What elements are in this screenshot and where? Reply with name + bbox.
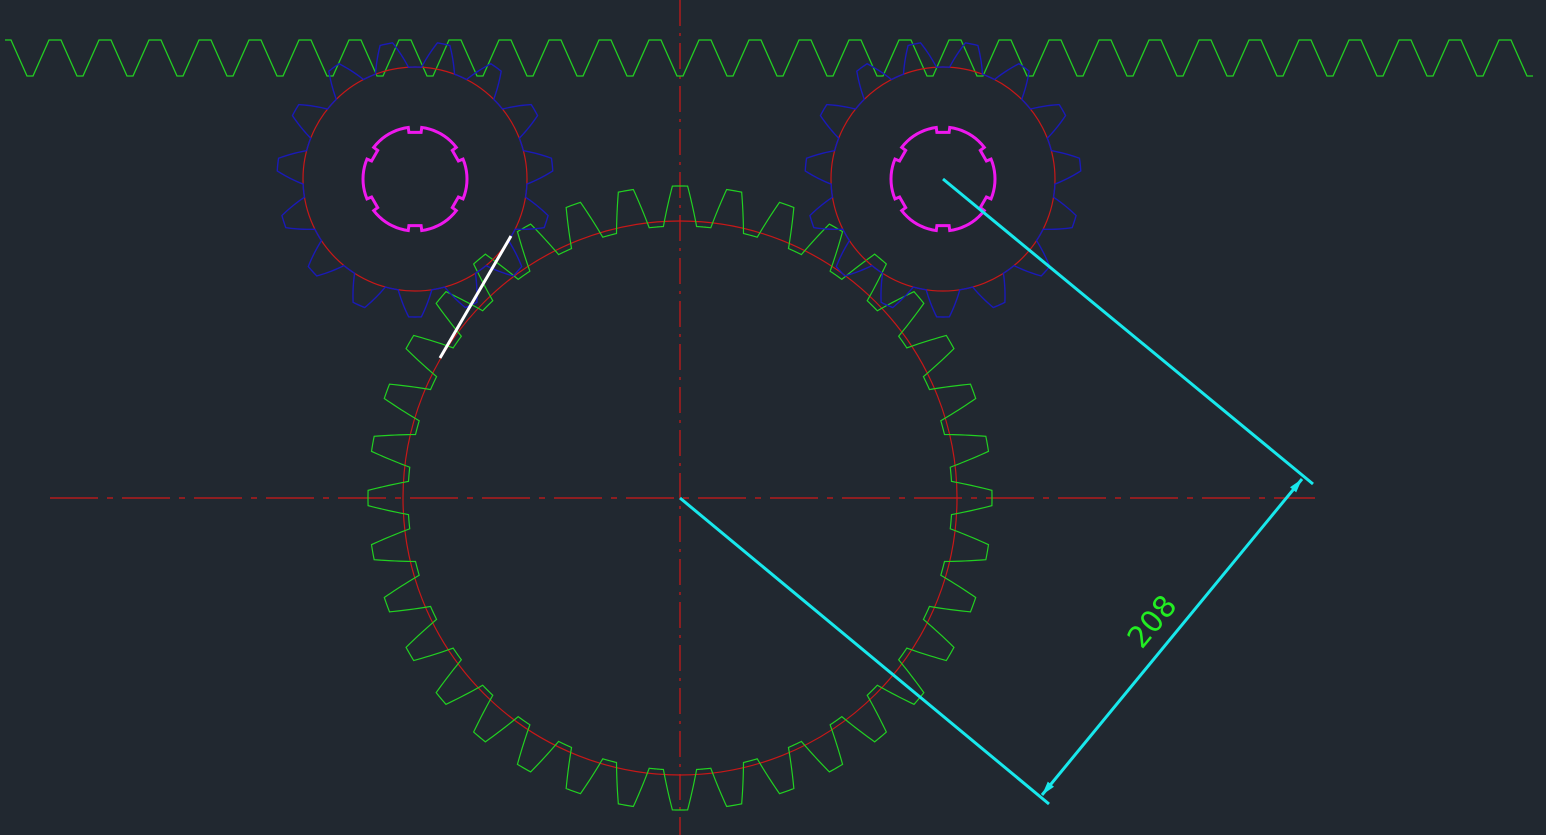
dimension-extension-line-2 xyxy=(679,496,1050,806)
pinion-gear-left[interactable] xyxy=(276,42,554,318)
dimension-extension-line-1 xyxy=(942,177,1314,486)
selected-mesh-line[interactable] xyxy=(438,235,513,359)
gear-rack[interactable] xyxy=(5,39,1533,77)
aligned-dimension[interactable]: 208 xyxy=(679,177,1314,806)
pinion-left-pitch-circle xyxy=(302,66,528,292)
gear-drawing[interactable]: 208 xyxy=(0,0,1546,835)
pinion-left-tooth-profile[interactable] xyxy=(276,42,554,318)
cad-drawing-canvas[interactable]: 208 xyxy=(0,0,1546,835)
dimension-line xyxy=(1040,478,1304,796)
dimension-value-label[interactable]: 208 xyxy=(1121,589,1184,655)
pinion-left-keyed-bore[interactable] xyxy=(361,125,469,233)
centerlines xyxy=(50,0,1315,835)
